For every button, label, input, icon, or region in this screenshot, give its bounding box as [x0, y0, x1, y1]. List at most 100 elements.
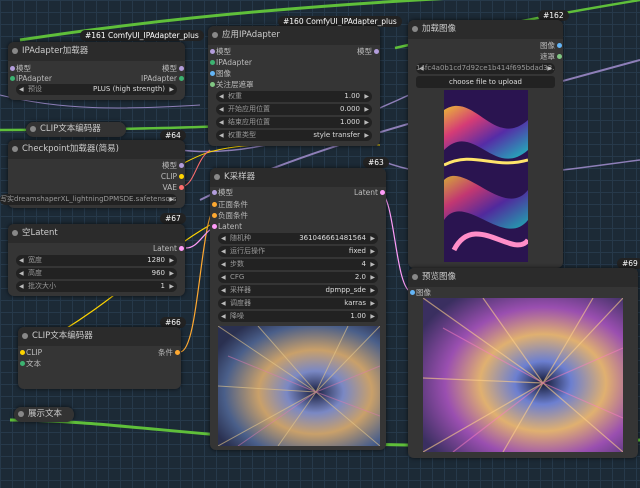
start-at-slider[interactable]: ◀ 开始应用位置 0.000 ▶	[216, 104, 372, 115]
arrow-right-icon[interactable]: ▶	[370, 233, 375, 244]
collapse-dot-icon[interactable]	[214, 174, 220, 180]
arrow-right-icon[interactable]: ▶	[169, 281, 174, 292]
input-slot-dot[interactable]	[212, 213, 217, 218]
arrow-left-icon[interactable]: ◀	[219, 130, 224, 141]
scheduler-combo[interactable]: ◀ 调度器 karras ▶	[218, 298, 378, 309]
ksampler-node[interactable]: K采样器 模型 Latent 正面条件 负面条件 Latent ◀ 随机种 36104…	[210, 168, 386, 450]
collapse-dot-icon[interactable]	[412, 274, 418, 280]
upload-button[interactable]: choose file to upload	[416, 76, 555, 88]
input-slot-dot[interactable]	[212, 190, 217, 195]
input-slot-dot[interactable]	[410, 290, 415, 295]
collapse-dot-icon[interactable]	[22, 333, 28, 339]
arrow-right-icon[interactable]: ▶	[370, 246, 375, 257]
cfg-slider[interactable]: ◀ CFG 2.0 ▶	[218, 272, 378, 283]
node-title[interactable]: 展示文本	[14, 407, 74, 422]
arrow-right-icon[interactable]: ▶	[169, 255, 174, 266]
steps-slider[interactable]: ◀ 步数 4 ▶	[218, 259, 378, 270]
output-slot-dot[interactable]	[179, 66, 184, 71]
seed-slider[interactable]: ◀ 随机种 361046661481564 ▶	[218, 233, 378, 244]
arrow-left-icon[interactable]: ◀	[219, 104, 224, 115]
arrow-right-icon[interactable]: ▶	[169, 268, 174, 279]
arrow-left-icon[interactable]: ◀	[219, 91, 224, 102]
image-filename-combo[interactable]: ◀ 14fc4a0b1cd7d92ce1b414f695bdad33.jpg ▶	[416, 63, 555, 74]
input-slot-dot[interactable]	[20, 350, 25, 355]
output-slot-dot[interactable]	[175, 350, 180, 355]
arrow-right-icon[interactable]: ▶	[364, 104, 369, 115]
input-slot-dot[interactable]	[10, 76, 15, 81]
arrow-left-icon[interactable]: ◀	[219, 117, 224, 128]
arrow-left-icon[interactable]: ◀	[19, 281, 24, 292]
input-slot-dot[interactable]	[10, 66, 15, 71]
arrow-left-icon[interactable]: ◀	[221, 298, 226, 309]
node-title[interactable]: K采样器	[210, 168, 386, 187]
input-slot-dot[interactable]	[212, 202, 217, 207]
batch-size-slider[interactable]: ◀ 批次大小 1 ▶	[16, 281, 177, 292]
ipadapter-loader-node[interactable]: IPAdapter加载器 模型 模型 IPAdapter IPAdapter ◀…	[8, 42, 185, 100]
arrow-right-icon[interactable]: ▶	[169, 194, 174, 205]
output-slot-dot[interactable]	[557, 54, 562, 59]
node-title[interactable]: 预览图像	[408, 268, 638, 287]
output-slot-dot[interactable]	[557, 43, 562, 48]
collapse-dot-icon[interactable]	[412, 26, 418, 32]
arrow-left-icon[interactable]: ◀	[221, 285, 226, 296]
collapse-dot-icon[interactable]	[212, 32, 218, 38]
arrow-right-icon[interactable]: ▶	[370, 285, 375, 296]
input-slot-dot[interactable]	[210, 49, 215, 54]
output-slot-dot[interactable]	[179, 76, 184, 81]
collapse-dot-icon[interactable]	[12, 146, 18, 152]
node-title[interactable]: IPAdapter加载器	[8, 42, 185, 61]
arrow-right-icon[interactable]: ▶	[370, 298, 375, 309]
arrow-right-icon[interactable]: ▶	[547, 63, 552, 74]
weight-slider[interactable]: ◀ 权重 1.00 ▶	[216, 91, 372, 102]
arrow-left-icon[interactable]: ◀	[221, 272, 226, 283]
arrow-right-icon[interactable]: ▶	[364, 91, 369, 102]
weight-type-combo[interactable]: ◀ 权重类型 style transfer ▶	[216, 130, 372, 141]
output-slot-dot[interactable]	[374, 49, 379, 54]
collapse-dot-icon[interactable]	[30, 126, 36, 132]
collapse-dot-icon[interactable]	[12, 230, 18, 236]
arrow-left-icon[interactable]: ◀	[221, 311, 226, 322]
collapse-dot-icon[interactable]	[18, 411, 24, 417]
checkpoint-name-combo[interactable]: 写实dreamshaperXL_lightningDPMSDE.safetens…	[0, 194, 177, 205]
clip-encoder-node[interactable]: CLIP文本编码器 CLIP 条件 文本	[18, 327, 181, 389]
arrow-right-icon[interactable]: ▶	[370, 272, 375, 283]
preview-image-node[interactable]: 预览图像 图像	[408, 268, 638, 458]
input-slot-dot[interactable]	[210, 71, 215, 76]
end-at-slider[interactable]: ◀ 结束应用位置 1.000 ▶	[216, 117, 372, 128]
checkpoint-loader-node[interactable]: Checkpoint加载器(简易) 模型 CLIP VAE 写实dreamsha…	[0, 140, 185, 208]
node-title[interactable]: 应用IPAdapter	[208, 26, 380, 45]
arrow-left-icon[interactable]: ◀	[19, 255, 24, 266]
empty-latent-node[interactable]: 空Latent Latent ◀ 宽度 1280 ▶ ◀ 高度 960 ▶ ◀ 批次大小 1 ▶	[8, 224, 185, 296]
output-slot-dot[interactable]	[179, 185, 184, 190]
load-image-node[interactable]: 加载图像 图像 遮罩 ◀ 14fc4a0b1cd7d92ce1b414f695bd…	[408, 20, 563, 268]
arrow-right-icon[interactable]: ▶	[370, 311, 375, 322]
output-slot-dot[interactable]	[179, 246, 184, 251]
input-slot-dot[interactable]	[20, 361, 25, 366]
input-slot-dot[interactable]	[210, 60, 215, 65]
arrow-right-icon[interactable]: ▶	[370, 259, 375, 270]
denoise-slider[interactable]: ◀ 降噪 1.00 ▶	[218, 311, 378, 322]
node-title[interactable]: CLIP文本编码器	[18, 327, 181, 346]
preset-combo[interactable]: ◀ 预设 PLUS (high strength) ▶	[16, 84, 177, 95]
node-title[interactable]: 加载图像	[408, 20, 563, 39]
arrow-left-icon[interactable]: ◀	[221, 259, 226, 270]
show-text-collapsed-node[interactable]: 展示文本	[14, 407, 74, 422]
arrow-left-icon[interactable]: ◀	[221, 233, 226, 244]
input-slot-dot[interactable]	[212, 224, 217, 229]
output-slot-dot[interactable]	[179, 163, 184, 168]
output-slot-dot[interactable]	[179, 174, 184, 179]
arrow-right-icon[interactable]: ▶	[364, 130, 369, 141]
arrow-right-icon[interactable]: ▶	[169, 84, 174, 95]
apply-ipadapter-node[interactable]: 应用IPAdapter 模型 模型 IPAdapter 图像 关注层遮罩 ◀ 权重 1…	[208, 26, 380, 146]
control-after-generate-combo[interactable]: ◀ 运行后操作 fixed ▶	[218, 246, 378, 257]
node-title[interactable]: 空Latent	[8, 224, 185, 243]
node-title[interactable]: Checkpoint加载器(简易)	[8, 140, 185, 159]
arrow-left-icon[interactable]: ◀	[221, 246, 226, 257]
clip-encoder-collapsed-node[interactable]: CLIP文本编码器	[26, 122, 126, 137]
arrow-right-icon[interactable]: ▶	[364, 117, 369, 128]
arrow-left-icon[interactable]: ◀	[19, 84, 24, 95]
input-slot-dot[interactable]	[210, 82, 215, 87]
output-slot-dot[interactable]	[380, 190, 385, 195]
sampler-combo[interactable]: ◀ 采样器 dpmpp_sde ▶	[218, 285, 378, 296]
node-title[interactable]: CLIP文本编码器	[26, 122, 126, 137]
